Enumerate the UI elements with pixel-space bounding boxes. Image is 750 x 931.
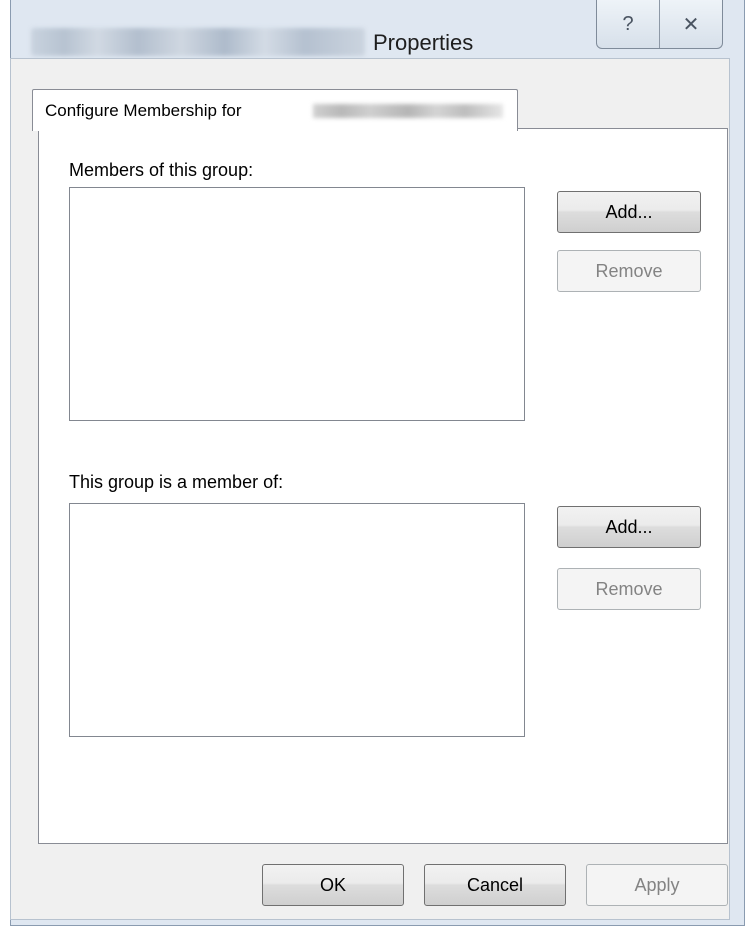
tab-configure-membership[interactable]: Configure Membership for [32,89,518,131]
redacted-group-name [313,104,503,118]
caption-buttons: ? ✕ [596,0,723,49]
tab-page: Members of this group: Add... Remove Thi… [38,128,728,844]
apply-button[interactable]: Apply [586,864,728,906]
ok-button[interactable]: OK [262,864,404,906]
members-label: Members of this group: [69,160,254,180]
members-add-button[interactable]: Add... [557,191,701,233]
redacted-object-name [31,28,365,56]
member-of-label: This group is a member of: [69,472,284,492]
member-of-add-button[interactable]: Add... [557,506,701,548]
tab-label: Configure Membership for [45,101,242,120]
help-icon[interactable]: ? [597,0,659,48]
member-of-remove-button[interactable]: Remove [557,568,701,610]
member-of-listbox[interactable] [69,503,525,737]
members-listbox[interactable] [69,187,525,421]
close-icon[interactable]: ✕ [659,0,722,48]
window-title: Properties [373,30,474,55]
cancel-button[interactable]: Cancel [424,864,566,906]
members-remove-button[interactable]: Remove [557,250,701,292]
title-bar[interactable]: Properties ? ✕ [11,0,744,56]
